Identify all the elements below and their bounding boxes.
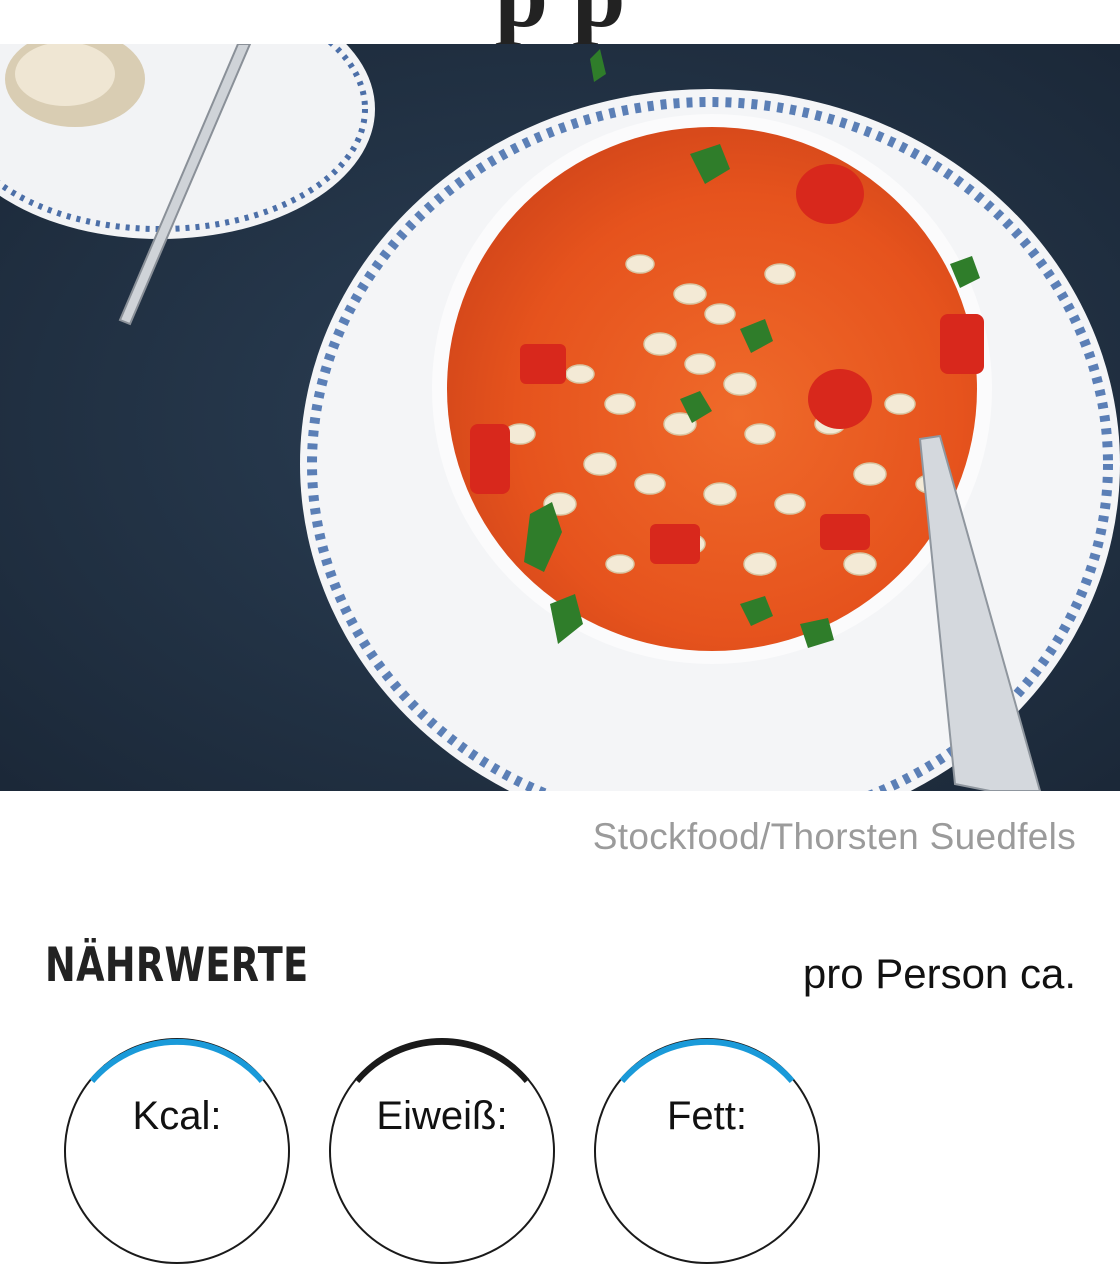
hero-image (0, 44, 1120, 791)
nutrient-kcal: Kcal: (62, 1036, 292, 1266)
fat-label: Fett: (666, 1094, 748, 1138)
nutrient-fat: Fett: (592, 1036, 822, 1266)
kcal-label: Kcal: (132, 1094, 222, 1138)
protein-label: Eiweiß: (376, 1094, 508, 1138)
recipe-title-strip: p p (0, 0, 1120, 44)
per-person-note: pro Person ca. (802, 950, 1076, 997)
recipe-title: p p (0, 0, 1120, 44)
fat-ring (594, 1038, 820, 1264)
kcal-ring (64, 1038, 290, 1264)
photo-credit: Stockfood/Thorsten Suedfels (592, 816, 1076, 857)
soup-photo (0, 44, 1120, 791)
section-title-nutrition: NÄHRWERTE (45, 938, 309, 993)
nutrient-protein: Eiweiß: (327, 1036, 557, 1266)
protein-ring (329, 1038, 555, 1264)
